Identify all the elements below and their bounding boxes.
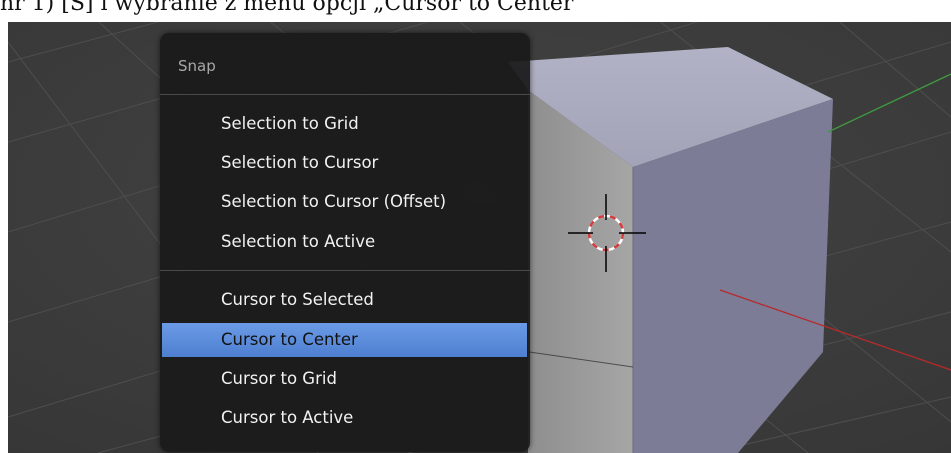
menu-item-label: Selection to Grid [221,114,359,133]
menu-item-selection-to-cursor[interactable]: Selection to Cursor [160,146,530,180]
menu-title: Snap [178,57,216,75]
menu-item-label: Cursor to Grid [221,369,337,388]
menu-item-label: Cursor to Selected [221,290,374,309]
menu-item-label: Selection to Cursor [221,153,379,172]
menu-item-cursor-to-selected[interactable]: Cursor to Selected [160,283,530,317]
3d-viewport[interactable]: Snap Selection to Grid Selection to Curs… [8,22,951,453]
caption-bar: nr 1) [S] i wybranie z menu opcji „Curso… [0,0,951,22]
menu-separator [160,94,530,95]
menu-separator [160,270,530,271]
menu-item-selection-to-active[interactable]: Selection to Active [160,225,530,259]
menu-item-label: Cursor to Active [221,408,354,427]
menu-item-cursor-to-grid[interactable]: Cursor to Grid [160,362,530,396]
caption-text: nr 1) [S] i wybranie z menu opcji „Curso… [0,0,574,16]
snap-menu: Snap Selection to Grid Selection to Curs… [160,33,530,452]
menu-item-label: Selection to Active [221,232,376,251]
menu-item-label: Selection to Cursor (Offset) [221,192,447,211]
cube[interactable] [508,47,838,453]
menu-item-selection-to-cursor-offset[interactable]: Selection to Cursor (Offset) [160,185,530,219]
menu-item-cursor-to-active[interactable]: Cursor to Active [160,401,530,435]
menu-item-cursor-to-center[interactable]: Cursor to Center [162,323,527,357]
menu-item-selection-to-grid[interactable]: Selection to Grid [160,107,530,141]
menu-item-label: Cursor to Center [221,330,358,349]
